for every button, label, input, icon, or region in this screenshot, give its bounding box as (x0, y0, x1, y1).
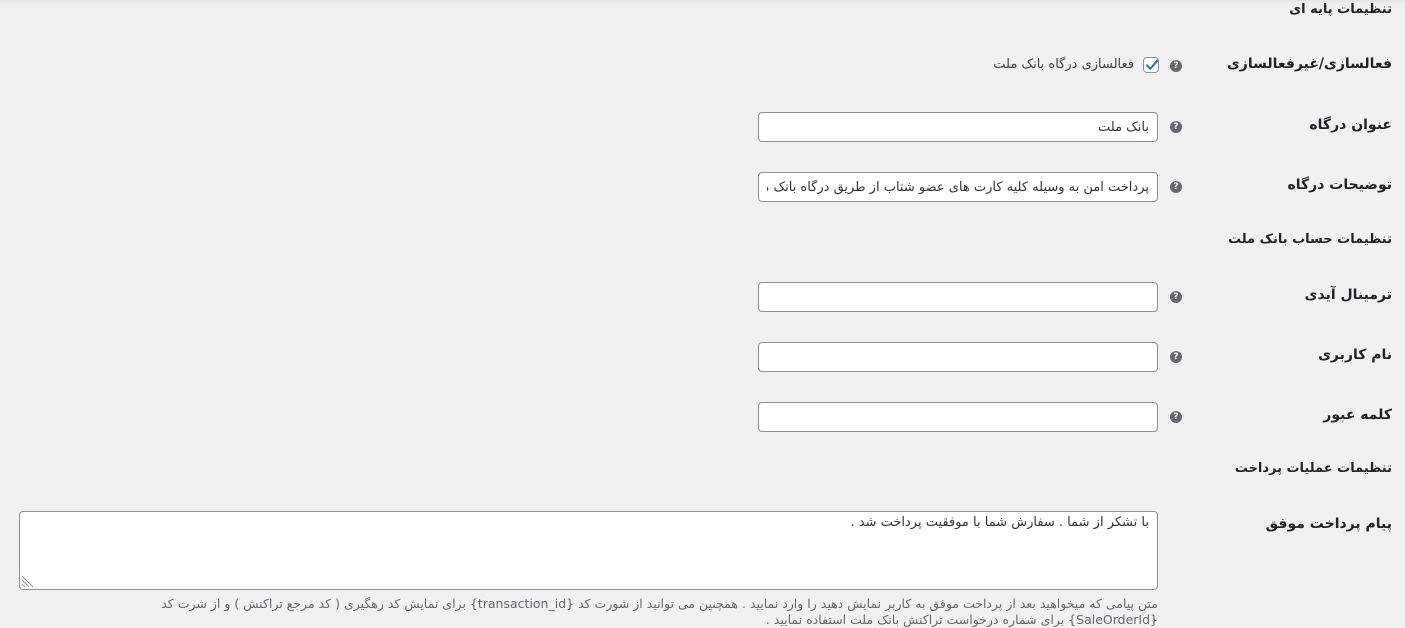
enable-label: فعالسازی/غیرفعالسازی (1226, 56, 1392, 72)
section-title-account: تنظیمات حساب بانک ملت (1227, 232, 1392, 247)
gateway-description-input[interactable] (758, 172, 1158, 202)
password-label: کلمه عبور (1323, 407, 1392, 423)
username-label: نام کاربری (1318, 347, 1392, 363)
help-icon[interactable]: ? (1170, 181, 1182, 193)
help-icon[interactable]: ? (1170, 351, 1182, 363)
enable-checkbox-label[interactable]: فعالسازی درگاه بانک ملت (993, 57, 1134, 72)
checkmark-icon (1146, 59, 1159, 70)
description-line: متن پیامی که میخواهید بعد از پرداخت موفق… (161, 596, 1158, 611)
username-input[interactable] (758, 342, 1158, 372)
enable-checkbox[interactable] (1143, 57, 1159, 73)
description-line: {SaleOrderId} برای شماره درخواست تراکنش … (765, 612, 1158, 627)
gateway-title-input[interactable] (758, 112, 1158, 142)
help-icon[interactable]: ? (1170, 121, 1182, 133)
resize-handle-icon[interactable] (21, 575, 34, 588)
help-icon[interactable]: ? (1170, 411, 1182, 423)
success-message-label: پیام پرداخت موفق (1265, 516, 1392, 532)
section-title-basic: تنظیمات پایه ای (1289, 2, 1392, 17)
success-message-description: متن پیامی که میخواهید بعد از پرداخت موفق… (19, 596, 1158, 628)
help-icon[interactable]: ? (1170, 60, 1182, 72)
success-message-textarea[interactable]: با تشکر از شما . سفارش شما با موفقیت پرد… (19, 511, 1158, 590)
terminal-id-input[interactable] (758, 282, 1158, 312)
section-title-payment: تنظیمات عملیات پرداخت (1234, 461, 1392, 476)
terminal-id-label: ترمینال آیدی (1304, 287, 1392, 303)
password-input[interactable] (758, 402, 1158, 432)
gateway-description-label: توضیحات درگاه (1287, 177, 1392, 193)
help-icon[interactable]: ? (1170, 291, 1182, 303)
gateway-title-label: عنوان درگاه (1309, 117, 1392, 133)
top-shadow (0, 0, 1405, 4)
